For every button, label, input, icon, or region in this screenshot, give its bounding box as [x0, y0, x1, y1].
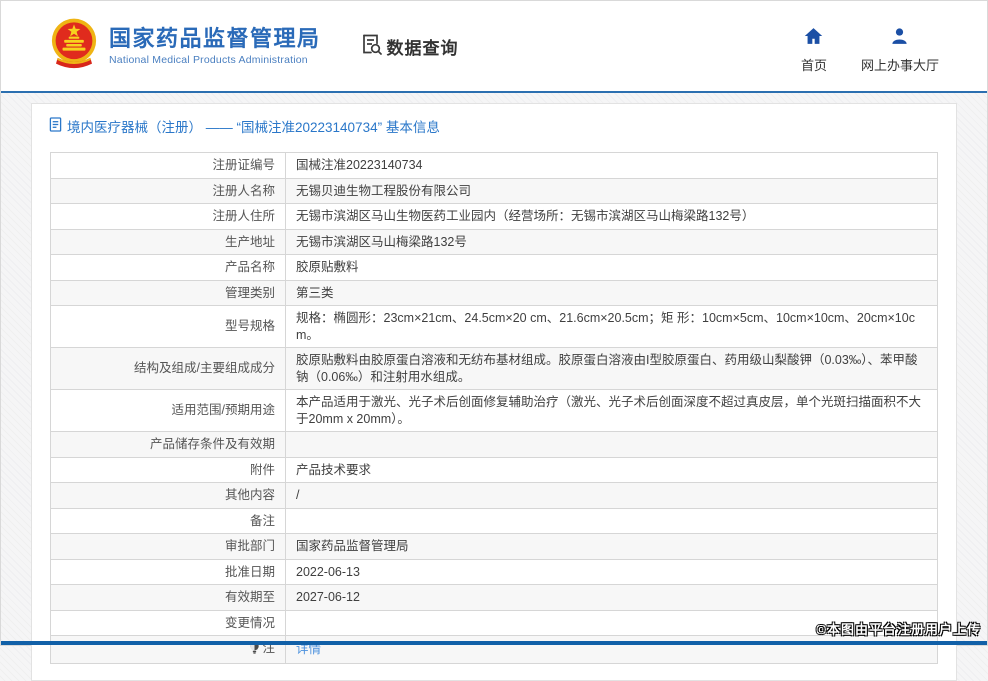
document-icon — [49, 117, 62, 135]
row-label: 审批部门 — [51, 534, 286, 560]
row-label: 注册人名称 — [51, 178, 286, 204]
content-panel: 境内医疗器械（注册） —— “国械注准20223140734” 基本信息 注册证… — [31, 103, 957, 681]
row-value: 详情 — [286, 636, 938, 664]
bottom-bar — [1, 641, 987, 645]
row-value: 产品技术要求 — [286, 457, 938, 483]
table-row: 其他内容/ — [51, 483, 938, 509]
row-label: 变更情况 — [51, 610, 286, 636]
row-label: 生产地址 — [51, 229, 286, 255]
table-row: 审批部门国家药品监督管理局 — [51, 534, 938, 560]
user-icon — [890, 27, 909, 50]
row-value: 2027-06-12 — [286, 585, 938, 611]
row-value: 无锡市滨湖区马山梅梁路132号 — [286, 229, 938, 255]
row-label: 适用范围/预期用途 — [51, 390, 286, 432]
table-row: 注册人住所无锡市滨湖区马山生物医药工业园内（经营场所：无锡市滨湖区马山梅梁路13… — [51, 204, 938, 230]
data-query-entry[interactable]: 数据查询 — [359, 32, 459, 61]
registration-info-table-body: 注册证编号国械注准20223140734注册人名称无锡贝迪生物工程股份有限公司注… — [51, 153, 938, 664]
org-logo-block: 国家药品监督管理局 National Medical Products Admi… — [49, 17, 321, 76]
row-label: 注册证编号 — [51, 153, 286, 179]
table-row: 备注 — [51, 508, 938, 534]
row-value: 2022-06-13 — [286, 559, 938, 585]
nav-home-label: 首页 — [801, 55, 827, 74]
row-label: 注 — [51, 636, 286, 664]
row-value: 无锡市滨湖区马山生物医药工业园内（经营场所：无锡市滨湖区马山梅梁路132号） — [286, 204, 938, 230]
national-emblem-icon — [49, 17, 99, 76]
row-value: 第三类 — [286, 280, 938, 306]
row-label: 注册人住所 — [51, 204, 286, 230]
row-value: 国械注准20223140734 — [286, 153, 938, 179]
page-header: 国家药品监督管理局 National Medical Products Admi… — [1, 1, 987, 93]
table-row: 批准日期2022-06-13 — [51, 559, 938, 585]
org-name: 国家药品监督管理局 — [109, 26, 321, 52]
nav-item-home[interactable]: 首页 — [801, 27, 827, 74]
nav-online-hall-label: 网上办事大厅 — [861, 55, 939, 74]
nav-item-online-hall[interactable]: 网上办事大厅 — [861, 27, 939, 74]
row-value: 规格：椭圆形：23cm×21cm、24.5cm×20 cm、21.6cm×20.… — [286, 306, 938, 348]
registration-info-table: 注册证编号国械注准20223140734注册人名称无锡贝迪生物工程股份有限公司注… — [50, 152, 938, 664]
table-row: 适用范围/预期用途本产品适用于激光、光子术后创面修复辅助治疗（激光、光子术后创面… — [51, 390, 938, 432]
row-value: 国家药品监督管理局 — [286, 534, 938, 560]
row-value — [286, 432, 938, 458]
home-icon — [804, 27, 823, 50]
row-value: / — [286, 483, 938, 509]
table-row: 有效期至2027-06-12 — [51, 585, 938, 611]
org-title-block: 国家药品监督管理局 National Medical Products Admi… — [109, 26, 321, 66]
table-row: 注册证编号国械注准20223140734 — [51, 153, 938, 179]
data-query-icon — [359, 32, 383, 61]
table-row: 注详情 — [51, 636, 938, 664]
row-value: 胶原贴敷料由胶原蛋白溶液和无纺布基材组成。胶原蛋白溶液由I型胶原蛋白、药用级山梨… — [286, 348, 938, 390]
breadcrumb-text: 境内医疗器械（注册） —— “国械注准20223140734” 基本信息 — [67, 116, 440, 136]
org-name-en: National Medical Products Administration — [109, 54, 321, 66]
row-label: 批准日期 — [51, 559, 286, 585]
header-nav: 首页 网上办事大厅 — [801, 27, 939, 74]
table-row: 结构及组成/主要组成成分胶原贴敷料由胶原蛋白溶液和无纺布基材组成。胶原蛋白溶液由… — [51, 348, 938, 390]
row-value — [286, 508, 938, 534]
row-label: 附件 — [51, 457, 286, 483]
row-label: 备注 — [51, 508, 286, 534]
row-value: 无锡贝迪生物工程股份有限公司 — [286, 178, 938, 204]
data-query-label: 数据查询 — [387, 34, 459, 59]
row-label: 产品名称 — [51, 255, 286, 281]
row-label: 产品储存条件及有效期 — [51, 432, 286, 458]
table-row: 变更情况 — [51, 610, 938, 636]
row-label: 型号规格 — [51, 306, 286, 348]
table-row: 型号规格规格：椭圆形：23cm×21cm、24.5cm×20 cm、21.6cm… — [51, 306, 938, 348]
row-label: 有效期至 — [51, 585, 286, 611]
table-row: 附件产品技术要求 — [51, 457, 938, 483]
breadcrumb: 境内医疗器械（注册） —— “国械注准20223140734” 基本信息 — [32, 104, 956, 145]
table-row: 管理类别第三类 — [51, 280, 938, 306]
row-value: 胶原贴敷料 — [286, 255, 938, 281]
table-row: 注册人名称无锡贝迪生物工程股份有限公司 — [51, 178, 938, 204]
watermark-text: ©本图由平台注册用户上传 — [816, 619, 981, 638]
table-row: 生产地址无锡市滨湖区马山梅梁路132号 — [51, 229, 938, 255]
row-label: 管理类别 — [51, 280, 286, 306]
row-value: 本产品适用于激光、光子术后创面修复辅助治疗（激光、光子术后创面深度不超过真皮层，… — [286, 390, 938, 432]
table-row: 产品名称胶原贴敷料 — [51, 255, 938, 281]
row-label: 其他内容 — [51, 483, 286, 509]
table-row: 产品储存条件及有效期 — [51, 432, 938, 458]
row-label: 结构及组成/主要组成成分 — [51, 348, 286, 390]
